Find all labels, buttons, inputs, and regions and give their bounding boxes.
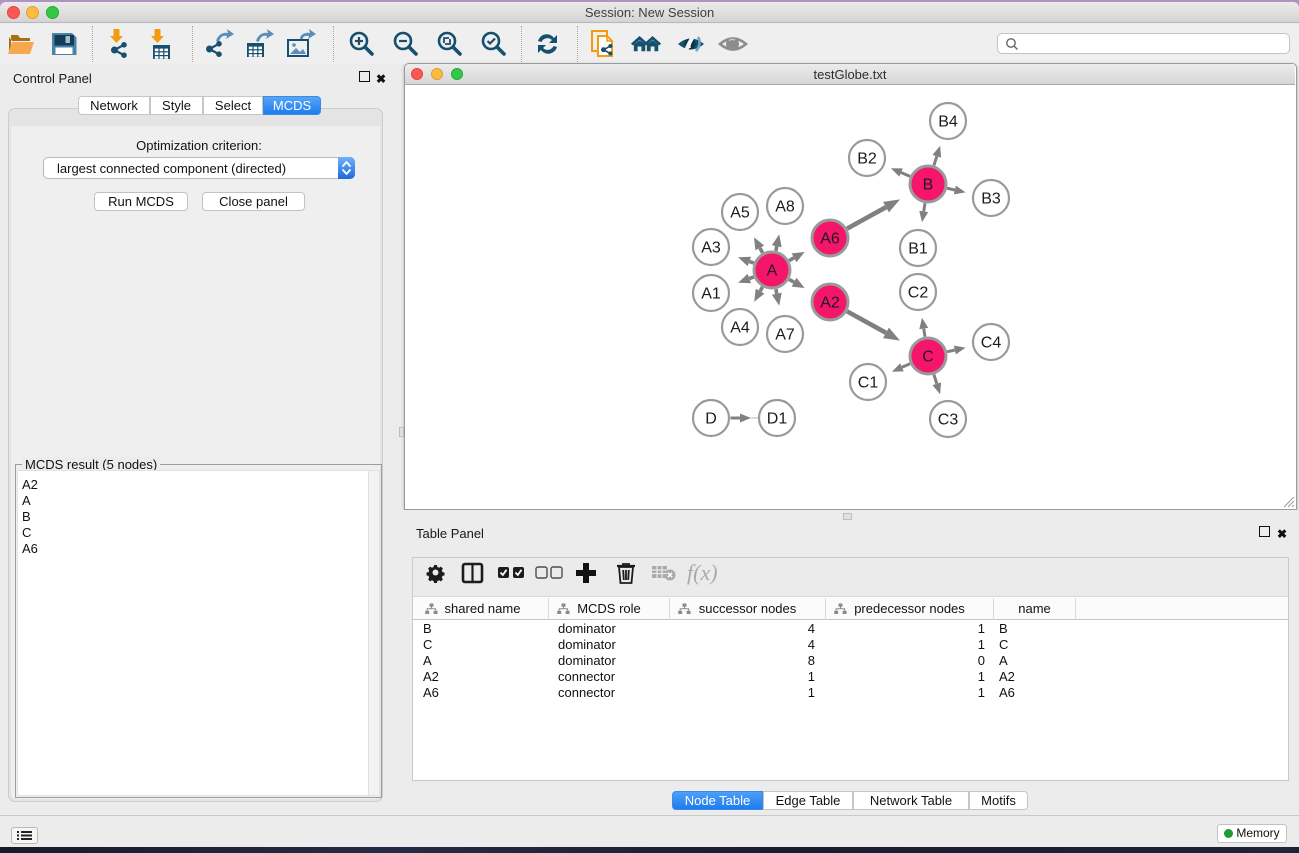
svg-text:A1: A1 [701, 286, 721, 303]
svg-text:C1: C1 [858, 375, 879, 392]
svg-text:A6: A6 [820, 231, 840, 248]
svg-text:C3: C3 [938, 412, 959, 429]
svg-text:B3: B3 [981, 191, 1001, 208]
svg-text:B4: B4 [938, 114, 958, 131]
svg-text:C4: C4 [981, 335, 1002, 352]
svg-text:A4: A4 [730, 320, 750, 337]
svg-text:A5: A5 [730, 205, 750, 222]
svg-text:D1: D1 [767, 411, 788, 428]
svg-text:B1: B1 [908, 241, 928, 258]
svg-text:A: A [767, 263, 778, 280]
svg-text:C: C [922, 349, 934, 366]
svg-text:A2: A2 [820, 295, 840, 312]
svg-text:A3: A3 [701, 240, 721, 257]
svg-text:A7: A7 [775, 327, 795, 344]
svg-text:D: D [705, 411, 717, 428]
svg-text:B: B [923, 177, 934, 194]
svg-text:A8: A8 [775, 199, 795, 216]
svg-text:C2: C2 [908, 285, 929, 302]
svg-text:B2: B2 [857, 151, 877, 168]
